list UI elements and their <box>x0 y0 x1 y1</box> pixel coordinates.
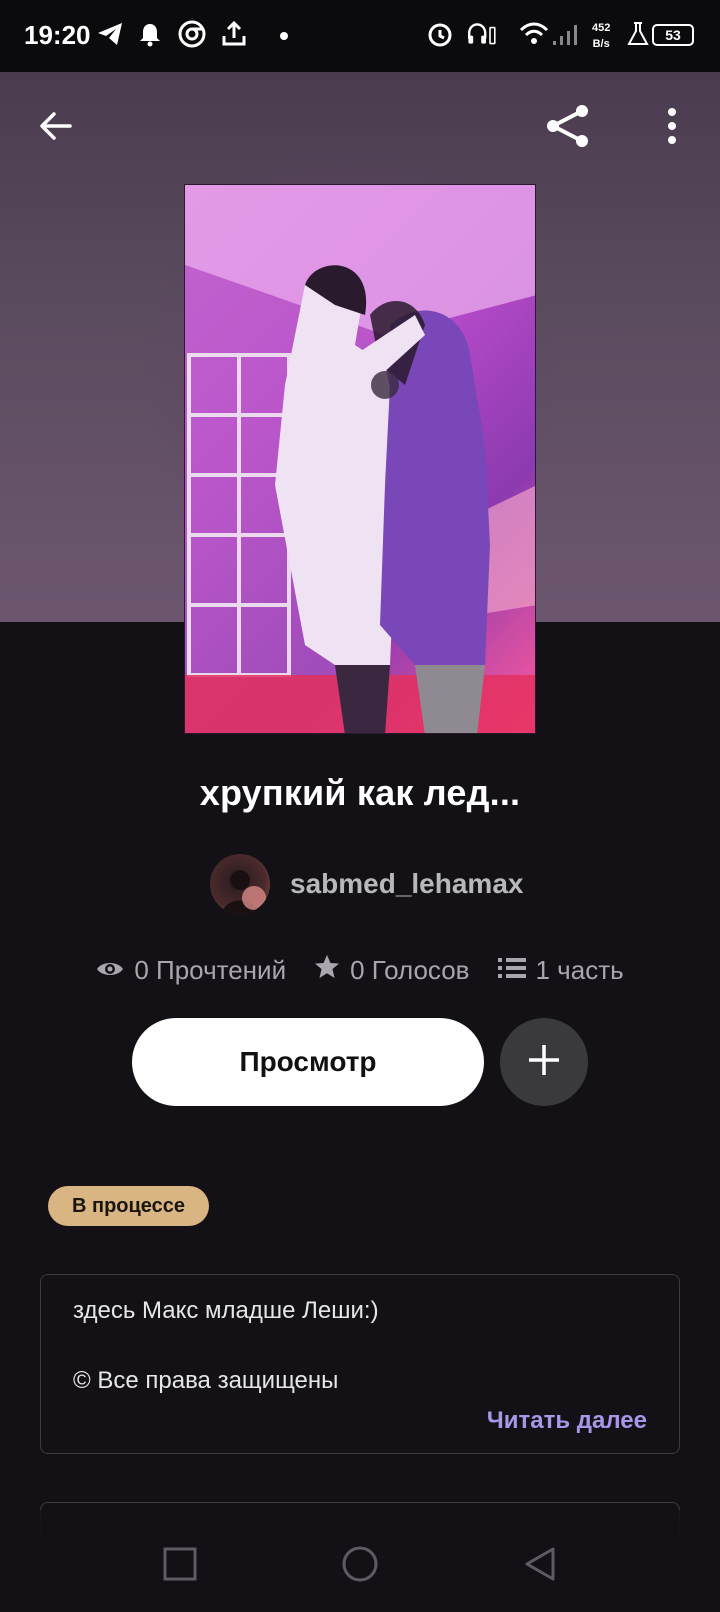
status-time: 19:20 <box>24 20 91 50</box>
votes-count: 0 Голосов <box>350 954 470 985</box>
story-stats: 0 Прочтений 0 Голосов 1 часть <box>0 950 720 990</box>
telegram-icon <box>94 18 126 50</box>
alarm-bell-icon <box>134 18 166 50</box>
speed-value: 452 <box>592 22 611 34</box>
status-bar: 19:20 452 B/s 53 <box>0 0 720 72</box>
story-description: здесь Макс младше Леши:) © Все права защ… <box>40 1274 680 1454</box>
wifi-icon <box>518 18 550 50</box>
add-to-library-button[interactable] <box>500 1018 588 1106</box>
eye-icon <box>96 955 124 986</box>
stat-parts: 1 часть <box>497 954 624 986</box>
flask-icon <box>622 18 654 50</box>
story-cover-image <box>184 184 536 734</box>
parts-count: 1 часть <box>535 954 624 985</box>
description-line-2: © Все права защищены <box>73 1367 339 1394</box>
more-vertical-icon[interactable] <box>648 102 696 150</box>
story-title: хрупкий как лед... <box>199 772 521 813</box>
battery-indicator: 53 <box>652 24 694 46</box>
star-icon <box>314 954 340 987</box>
back-triangle-icon[interactable] <box>510 1534 570 1594</box>
stat-votes: 0 Голосов <box>314 954 470 987</box>
view-button[interactable]: Просмотр <box>132 1018 484 1106</box>
author-link[interactable]: sabmed_lehamax <box>210 854 523 914</box>
chrome-icon <box>176 18 208 50</box>
recents-square-icon[interactable] <box>150 1534 210 1594</box>
share-icon[interactable] <box>544 102 592 150</box>
stat-reads: 0 Прочтений <box>96 955 286 986</box>
reads-count: 0 Прочтений <box>134 954 287 985</box>
read-more-link[interactable]: Читать далее <box>487 1407 647 1435</box>
upload-icon <box>218 18 250 50</box>
author-name[interactable]: sabmed_lehamax <box>290 868 523 900</box>
notification-dot <box>280 32 288 40</box>
list-icon <box>497 955 526 986</box>
home-circle-icon[interactable] <box>330 1534 390 1594</box>
headphones-icon <box>466 18 498 50</box>
speed-unit: B/s <box>592 38 610 50</box>
signal-icon <box>550 18 582 50</box>
alarm-clock-icon <box>424 18 456 50</box>
description-line-1: здесь Макс младше Леши:) <box>73 1297 379 1324</box>
system-nav-bar <box>0 1510 720 1612</box>
plus-icon <box>527 1043 561 1082</box>
network-speed: 452 B/s <box>592 20 610 52</box>
arrow-left-icon[interactable] <box>32 102 80 150</box>
status-badge: В процессе <box>48 1186 210 1226</box>
avatar[interactable] <box>210 854 270 914</box>
